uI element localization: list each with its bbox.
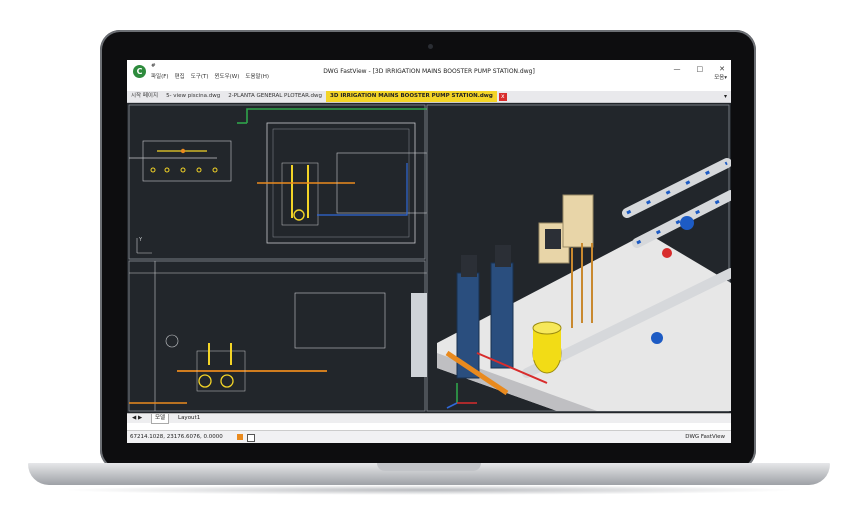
sheet-nav-arrows[interactable]: ◀ ▶ [129, 414, 145, 423]
tab-start-page[interactable]: 시작 페이지 [127, 91, 162, 102]
tab-view-piscina[interactable]: 5- view piscina.dwg [162, 91, 224, 102]
snap-icon[interactable] [237, 434, 243, 440]
laptop-notch [377, 463, 481, 471]
viewport-plan-top: Y [128, 104, 428, 260]
status-bar: 67214.1028, 23176.6076, 0.0000 DWG FastV… [127, 430, 731, 443]
tab-close-icon[interactable]: x [498, 92, 507, 101]
title-bar: C DWG FastView - [3D IRRIGATION MAINS BO… [127, 60, 731, 82]
coordinate-readout: 67214.1028, 23176.6076, 0.0000 [130, 434, 223, 440]
window-controls: — □ ✕ [674, 65, 726, 73]
minimize-button[interactable]: — [674, 65, 681, 73]
sheet-tab-bar: ◀ ▶ 모델 Layout1 [127, 413, 731, 424]
grid-icon[interactable] [247, 434, 255, 442]
sheet-tab-model[interactable]: 모델 [151, 414, 170, 424]
menu-item-file[interactable]: 파일(F) [151, 72, 169, 80]
drawing-canvas[interactable]: Y [127, 103, 731, 413]
drawing-svg: Y [128, 104, 731, 412]
viewport-3d-model [426, 104, 731, 412]
menu-bar: # 파일(F) 편집 도구(T) 윈도우(W) 도움말(H) [151, 63, 269, 80]
status-brand: DWG FastView [685, 434, 725, 440]
tab-booster-pump-station[interactable]: 3D IRRIGATION MAINS BOOSTER PUMP STATION… [326, 91, 497, 102]
tab-list-dropdown-icon[interactable]: ▾ [724, 91, 727, 102]
maximize-button[interactable]: □ [697, 65, 704, 73]
laptop-shadow [60, 485, 798, 495]
tab-planta-general[interactable]: 2-PLANTA GENERAL PLOTEAR.dwg [224, 91, 326, 102]
viewport-plan-bottom [128, 260, 427, 412]
menu-item-edit[interactable]: 편집 [175, 72, 185, 80]
close-button[interactable]: ✕ [719, 65, 725, 73]
menu-item-help[interactable]: 도움말(H) [245, 72, 269, 80]
sheet-tab-layout1[interactable]: Layout1 [175, 414, 203, 423]
camera-icon [428, 44, 433, 49]
app-window: C DWG FastView - [3D IRRIGATION MAINS BO… [127, 60, 731, 443]
menu-item-window[interactable]: 윈도우(W) [214, 72, 239, 80]
document-tab-bar: 시작 페이지 5- view piscina.dwg 2-PLANTA GENE… [127, 91, 731, 103]
favorites-dropdown[interactable]: 모음▾ [714, 73, 727, 81]
menu-pin-icon[interactable]: # [151, 63, 156, 69]
menu-item-tools[interactable]: 도구(T) [191, 72, 209, 80]
side-toolbar[interactable] [411, 293, 427, 377]
svg-text:Y: Y [138, 237, 143, 243]
